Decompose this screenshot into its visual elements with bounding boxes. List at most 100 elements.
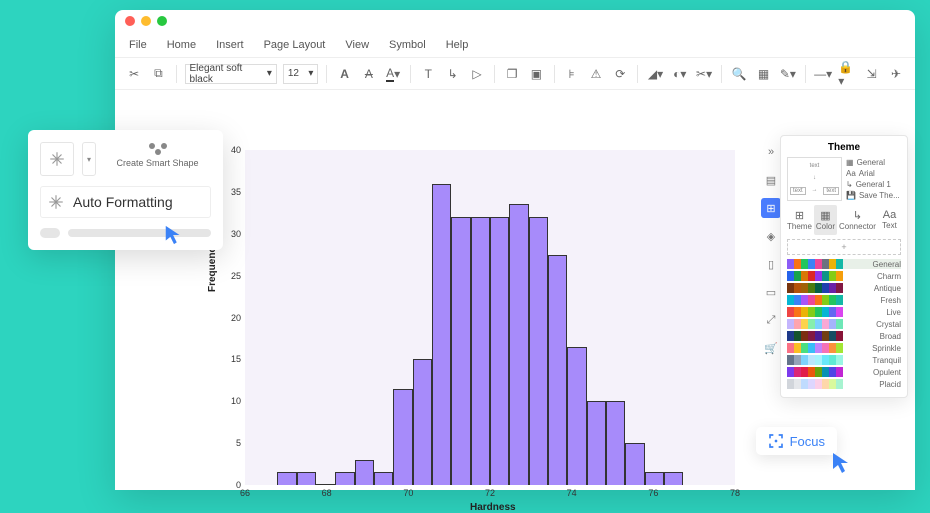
focus-label: Focus: [790, 434, 825, 449]
group-icon[interactable]: ▣: [527, 64, 545, 84]
connector-icon[interactable]: ↳: [443, 64, 461, 84]
layout-icon[interactable]: ▤: [761, 170, 781, 190]
auto-formatting-row[interactable]: Auto Formatting: [40, 186, 211, 218]
focus-icon: [768, 433, 784, 449]
slider-track[interactable]: [68, 229, 211, 237]
add-palette-button[interactable]: +: [787, 239, 901, 255]
menu-page-layout[interactable]: Page Layout: [264, 39, 326, 51]
histogram-bar: [490, 217, 509, 485]
histogram-bar: [355, 460, 374, 485]
histogram-bar: [625, 443, 644, 485]
theme-tab-connector[interactable]: ↳Connector: [839, 205, 876, 235]
close-dot[interactable]: [125, 16, 135, 26]
histogram-bar: [567, 347, 586, 485]
theme-tab-text[interactable]: AaText: [878, 205, 901, 235]
histogram-bar: [451, 217, 470, 485]
expand-rail-icon[interactable]: ⤢: [761, 310, 781, 330]
page-rail-icon[interactable]: ▯: [761, 254, 781, 274]
cut-icon[interactable]: ✂: [125, 64, 143, 84]
sparkle-button[interactable]: [40, 142, 74, 176]
export-icon[interactable]: ⇲: [863, 64, 881, 84]
palette-label: Sprinkle: [872, 344, 901, 353]
theme-panel-title: Theme: [787, 142, 901, 153]
x-tick: 74: [567, 488, 577, 498]
histogram-bar: [664, 472, 683, 485]
x-tick: 78: [730, 488, 740, 498]
strike-icon[interactable]: A: [360, 64, 378, 84]
menu-file[interactable]: File: [129, 39, 147, 51]
menu-symbol[interactable]: Symbol: [389, 39, 426, 51]
palette-label: Crystal: [876, 320, 901, 329]
theme-tabs: ⊞Theme▦Color↳ConnectorAaText: [787, 205, 901, 235]
zoom-dot[interactable]: [157, 16, 167, 26]
histogram-bar: [645, 472, 664, 485]
histogram-bar: [297, 472, 316, 485]
cart-rail-icon[interactable]: 🛒: [761, 338, 781, 358]
lock-icon[interactable]: 🔒▾: [838, 64, 856, 84]
palette-label: Opulent: [873, 368, 901, 377]
palette-broad[interactable]: Broad: [787, 331, 901, 341]
copy-icon[interactable]: ⧉: [149, 64, 167, 84]
crop-icon[interactable]: ✂▾: [695, 64, 713, 84]
x-axis-label: Hardness: [470, 502, 516, 513]
y-tick: 5: [223, 438, 241, 448]
slider-row[interactable]: [40, 228, 211, 238]
histogram-bar: [277, 472, 296, 485]
image-rail-icon[interactable]: ▭: [761, 282, 781, 302]
meta-save[interactable]: Save The...: [859, 191, 900, 200]
menu-view[interactable]: View: [345, 39, 369, 51]
theme-preview[interactable]: text ↓ text→text: [787, 157, 842, 201]
sparkle-icon: [48, 150, 66, 168]
text-tool-icon[interactable]: T: [419, 64, 437, 84]
focus-button[interactable]: Focus: [756, 427, 837, 455]
rotate-icon[interactable]: ⟳: [611, 64, 629, 84]
histogram-bar: [606, 401, 625, 485]
pen-icon[interactable]: ✎▾: [779, 64, 797, 84]
palette-antique[interactable]: Antique: [787, 283, 901, 293]
palette-sprinkle[interactable]: Sprinkle: [787, 343, 901, 353]
menu-home[interactable]: Home: [167, 39, 196, 51]
connector-meta-icon: ↳: [846, 180, 853, 189]
palette-tranquil[interactable]: Tranquil: [787, 355, 901, 365]
pointer-icon[interactable]: ▷: [468, 64, 486, 84]
search-icon[interactable]: 🔍: [730, 64, 748, 84]
layers-icon[interactable]: ❐: [503, 64, 521, 84]
menu-insert[interactable]: Insert: [216, 39, 244, 51]
font-select[interactable]: Elegant soft black▾: [185, 64, 277, 84]
histogram-bar: [316, 484, 335, 485]
histogram-bar: [529, 217, 548, 485]
line-icon[interactable]: —▾: [814, 64, 832, 84]
send-icon[interactable]: ✈: [887, 64, 905, 84]
x-tick: 70: [403, 488, 413, 498]
shadow-icon[interactable]: ◐▾: [671, 64, 689, 84]
theme-tab-color[interactable]: ▦Color: [814, 205, 837, 235]
theme-tab-theme[interactable]: ⊞Theme: [787, 205, 812, 235]
create-smart-shape-button[interactable]: Create Smart Shape: [104, 142, 211, 168]
histogram-bar: [509, 204, 528, 485]
minimize-dot[interactable]: [141, 16, 151, 26]
menu-help[interactable]: Help: [446, 39, 469, 51]
palette-charm[interactable]: Charm: [787, 271, 901, 281]
distribute-icon[interactable]: ⚠: [587, 64, 605, 84]
auto-format-label: Auto Formatting: [73, 194, 173, 210]
fill-icon[interactable]: ◢▾: [646, 64, 664, 84]
palette-live[interactable]: Live: [787, 307, 901, 317]
palette-opulent[interactable]: Opulent: [787, 367, 901, 377]
smart-shape-icon: [147, 142, 169, 156]
theme-rail-icon[interactable]: ⊞: [761, 198, 781, 218]
meta-font: Arial: [859, 169, 875, 178]
dropdown-chevron[interactable]: ▾: [82, 142, 96, 176]
font-color-icon[interactable]: A▾: [384, 64, 402, 84]
palette-fresh[interactable]: Fresh: [787, 295, 901, 305]
align-left-icon[interactable]: ⊧: [563, 64, 581, 84]
palette-crystal[interactable]: Crystal: [787, 319, 901, 329]
bold-icon[interactable]: A: [335, 64, 353, 84]
table-icon[interactable]: ▦: [754, 64, 772, 84]
size-select[interactable]: 12▾: [283, 64, 319, 84]
y-tick: 30: [223, 229, 241, 239]
palette-placid[interactable]: Placid: [787, 379, 901, 389]
palette-general[interactable]: General: [787, 259, 901, 269]
layers-rail-icon[interactable]: ◈: [761, 226, 781, 246]
collapse-icon[interactable]: »: [761, 142, 781, 162]
slider-thumb[interactable]: [40, 228, 60, 238]
